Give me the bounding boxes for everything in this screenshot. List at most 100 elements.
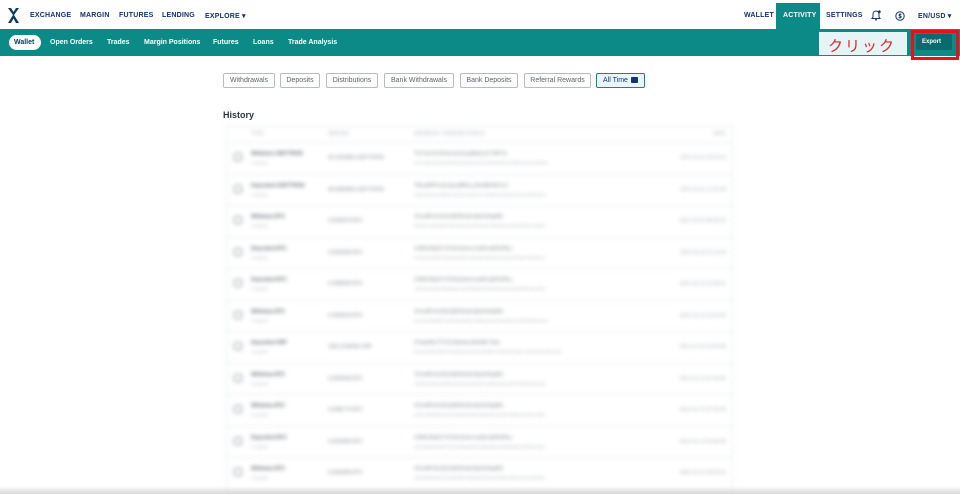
table-row[interactable]: Withdraw BTC Complete 0.0004618 BTC 1PzsMPv… — [227, 299, 732, 331]
row-date: 2021-03-02 08:53:33 — [679, 218, 726, 224]
transaction-type-icon — [234, 436, 242, 445]
row-txid: 5c6d7e8f9a0b1c2d3e4f5a6b7c8d9e0f1a2b3c4d… — [414, 475, 546, 480]
transaction-type-icon — [234, 342, 242, 350]
tab-trade-analysis[interactable]: Trade Analysis — [288, 39, 337, 46]
app-frame: EXCHANGE MARGIN FUTURES LENDING EXPLORE … — [0, 0, 960, 494]
transaction-type-icon — [234, 153, 242, 161]
bell-icon[interactable] — [871, 10, 881, 21]
row-type: Withdraw BTC — [251, 308, 286, 315]
row-status: Complete — [251, 160, 269, 165]
nav-futures[interactable]: FUTURES — [119, 12, 153, 19]
table-row[interactable]: Deposited XRP Complete 1820.2180000 XRP rPz… — [227, 331, 732, 362]
row-address: 1PzsMPvKz5GjYjBDRsk6c9jrbGHkgMN — [414, 308, 503, 315]
table-row[interactable]: Deposited USDTTRON Complete 99.9999999 USD… — [227, 173, 732, 205]
table-row[interactable]: Withdraw BTC Complete 0.0030950 BTC 1PzsMPv… — [227, 457, 732, 488]
row-amount: 0.0050000 BTC — [328, 375, 364, 382]
row-date: 2021-01-21 10:33:26 — [679, 312, 726, 319]
nav-lending[interactable]: LENDING — [162, 12, 195, 19]
tab-wallet[interactable]: Wallet — [9, 35, 41, 50]
tab-loans[interactable]: Loans — [253, 39, 274, 46]
history-table-header: TYPE AMOUNT ADDRESS / TRANSACTION ID DAT… — [227, 126, 732, 142]
click-annotation: クリック — [819, 32, 907, 55]
history-table: TYPE AMOUNT ADDRESS / TRANSACTION ID DAT… — [226, 125, 733, 494]
row-type: Withdraw USDTTRON — [251, 151, 303, 157]
transaction-type-icon — [234, 468, 242, 476]
header-amount: AMOUNT — [328, 131, 350, 137]
row-txid: f1e2d3c4b5a69788a9b0c1d2e3f4a5b6c7d8e9f0… — [414, 286, 547, 291]
row-status: Complete — [251, 286, 269, 291]
export-button-label: Export — [922, 39, 942, 45]
row-status: Complete — [251, 380, 269, 386]
row-amount: 99.9999999 USDTTRON — [328, 186, 384, 193]
row-status: Complete — [251, 191, 269, 197]
table-row[interactable]: Withdraw BTC Complete 0.0034079 BTC 1PzsMPv… — [227, 205, 732, 236]
table-row[interactable]: Deposited BTC Complete 0.0500000 BTC 3J98t1… — [227, 236, 732, 268]
currency-icon[interactable] — [895, 11, 905, 21]
header-address: ADDRESS / TRANSACTION ID — [414, 131, 485, 137]
locale-selector[interactable]: EN/USD ▾ — [918, 12, 952, 20]
transaction-type-icon — [234, 405, 242, 413]
nav-settings[interactable]: SETTINGS — [826, 12, 863, 19]
transaction-type-icon — [234, 373, 242, 382]
row-amount: 1820.2180000 XRP — [328, 344, 372, 350]
table-row[interactable]: Withdraw BTC Complete 0.0050000 BTC 1PzsMPv… — [227, 362, 732, 394]
tab-wallet-label: Wallet — [14, 39, 35, 46]
table-row[interactable]: Withdraw BTC Complete 0.0082770 BTC 1PzsMPv… — [227, 394, 732, 425]
calendar-icon — [630, 77, 638, 83]
row-type: Withdraw BTC — [251, 403, 286, 409]
row-txid: 4fd9a23b0b1cc8f5e72d01ae90c5b4e17a3b6f22… — [414, 191, 547, 197]
transaction-type-icon — [234, 247, 242, 256]
row-type: Withdraw BTC — [251, 466, 286, 472]
nav-activity[interactable]: ACTIVITY — [776, 3, 820, 30]
tab-trades[interactable]: Trades — [107, 39, 130, 46]
tab-margin-positions[interactable]: Margin Positions — [144, 39, 200, 46]
row-txid: E3F2A1B0C9D8E7F6A5B4C3D2E1F0A9B8C7D6E5F4… — [414, 349, 562, 354]
tab-open-orders[interactable]: Open Orders — [50, 39, 93, 46]
filter-deposits[interactable]: Deposits — [280, 73, 320, 88]
transaction-type-icon — [234, 216, 242, 224]
transaction-type-icon — [234, 310, 242, 319]
table-row[interactable]: Withdraw USDTTRON Complete 99.1919280 USDT… — [227, 142, 732, 173]
row-type: Deposited XRP — [251, 340, 287, 346]
export-button[interactable]: Export — [916, 34, 952, 50]
row-date: 2021-01-21 07:53:05 — [679, 375, 726, 382]
row-address: 1PzsMPvKz5GjYjBDRsk6c9jrbGHkgMN — [414, 403, 503, 409]
nav-margin[interactable]: MARGIN — [80, 12, 110, 19]
row-date: 2021-02-16 11:12:04 — [679, 249, 726, 256]
sub-nav: Wallet Open Orders Trades Margin Positio… — [0, 29, 960, 56]
row-amount: 0.0529050 BTC — [328, 438, 364, 445]
filter-all-time[interactable]: All Time — [596, 73, 645, 88]
row-txid: cd71bc8fcae0d5a20d94ba61bd6c3d71a1908c80… — [414, 160, 549, 165]
nav-activity-label: ACTIVITY — [783, 12, 817, 19]
row-address: 1PzsMPvKz5GjYjBDRsk6c9jrbGHkgMN — [414, 371, 503, 378]
nav-explore[interactable]: EXPLORE ▾ — [205, 12, 246, 20]
row-txid: 8a20b1c3d4e5f6a7b8c9d0e1f2a3b4c5d6e7f8a9… — [414, 223, 546, 228]
filter-all-time-label: All Time — [603, 77, 628, 84]
row-address: 3J98t1WpEZ73CNmQviecrnyiWrnqRhWNLy — [414, 245, 513, 252]
row-txid: 9e8d7c6b5a4f3e2d1c0b9a8f7e6d5c4b3a2f1e0d… — [414, 412, 546, 417]
row-type: Deposited USDTTRON — [251, 182, 305, 189]
filter-bank-deposits[interactable]: Bank Deposits — [460, 73, 518, 88]
row-date: 2021-01-20 14:00:58 — [679, 344, 726, 350]
header-type: TYPE — [251, 131, 265, 137]
row-address: 3J98t1WpEZ73CNmQviecrnyiWrnqRhWNLy — [414, 277, 513, 283]
row-address: 3J98t1WpEZ73CNmQviecrnyiWrnqRhWNLy — [414, 434, 513, 441]
transaction-type-icon — [234, 279, 242, 287]
nav-wallet[interactable]: WALLET — [744, 12, 774, 19]
row-address: rPzqwMoCTFXZUhbtvAnJhEWbLTkbe — [414, 340, 500, 346]
bottom-shade — [0, 486, 960, 494]
filter-withdrawals[interactable]: Withdrawals — [223, 73, 275, 88]
row-status: Complete — [251, 412, 269, 417]
filter-distributions[interactable]: Distributions — [326, 73, 378, 88]
filter-bank-withdrawals[interactable]: Bank Withdrawals — [384, 73, 454, 88]
table-row[interactable]: Deposited BTC Complete 0.0990000 BTC 3J98t1… — [227, 268, 732, 299]
row-status: Complete — [251, 475, 269, 480]
row-date: 2021-02-12 10:28:41 — [679, 281, 726, 287]
tab-futures[interactable]: Futures — [213, 39, 239, 46]
logo-icon[interactable] — [7, 7, 20, 24]
row-address: TBUwBPPz4ZuQzyMBDLyJNv9BKNKCz2 — [414, 182, 508, 189]
nav-exchange[interactable]: EXCHANGE — [30, 12, 71, 19]
filter-referral-rewards[interactable]: Referral Rewards — [524, 73, 591, 88]
row-address: TH7xmvCiCDHzrwuUsoyjMkpCyCTMFTin — [414, 151, 508, 157]
table-row[interactable]: Deposited BTC Complete 0.0529050 BTC 3J98t1… — [227, 425, 732, 457]
